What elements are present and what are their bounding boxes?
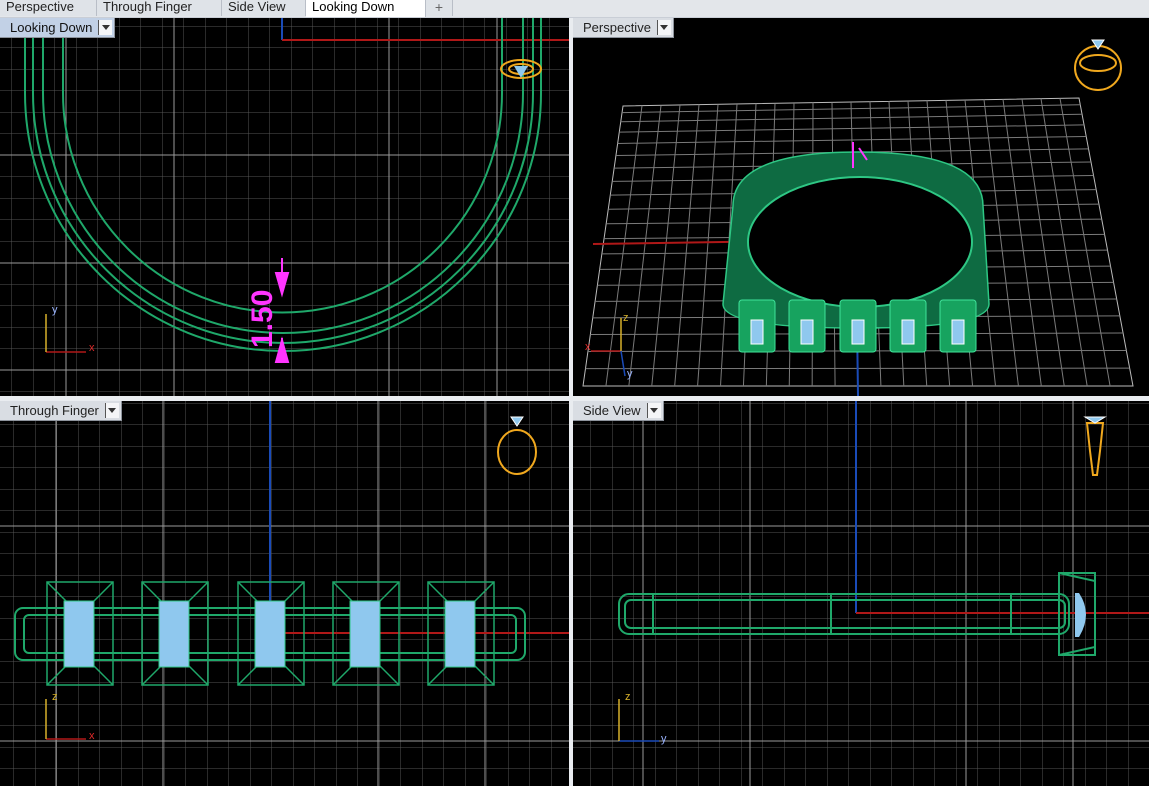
- axis-label-z: z: [52, 691, 58, 703]
- axis-label-x: x: [89, 730, 95, 742]
- axis-label-z: z: [623, 312, 629, 324]
- ring-orientation-icon: [1074, 45, 1122, 91]
- axis-label-x: x: [89, 342, 95, 354]
- viewport-tab-strip: Perspective Through Finger Side View Loo…: [0, 0, 1149, 18]
- axis-label-z: z: [625, 691, 631, 703]
- chevron-down-icon[interactable]: [98, 20, 113, 35]
- axis-label-y: y: [661, 733, 667, 745]
- viewport-looking-down[interactable]: 1.50 y x Looking Down: [0, 18, 569, 396]
- perspective-canvas: [582, 39, 1134, 396]
- axis-label-y: y: [627, 368, 633, 380]
- viewport-name: Through Finger: [10, 403, 99, 418]
- viewport-name: Perspective: [583, 20, 651, 35]
- side-view-canvas: [573, 401, 1149, 786]
- axis-label-x: x: [585, 341, 591, 353]
- plus-icon[interactable]: +: [426, 0, 453, 16]
- tab-side-view[interactable]: Side View: [222, 0, 306, 16]
- viewport-name: Side View: [583, 403, 641, 418]
- tab-perspective[interactable]: Perspective: [0, 0, 97, 16]
- viewport-through-finger[interactable]: z x Through Finger: [0, 401, 569, 786]
- axis-label-y: y: [52, 304, 58, 316]
- chevron-down-icon[interactable]: [104, 403, 119, 418]
- viewport-label-perspective[interactable]: Perspective: [573, 18, 674, 38]
- chevron-down-icon[interactable]: [656, 20, 671, 35]
- through-finger-canvas: [0, 401, 569, 786]
- chevron-down-icon[interactable]: [646, 403, 661, 418]
- viewport-label-looking-down[interactable]: Looking Down: [0, 18, 116, 38]
- tab-through-finger[interactable]: Through Finger: [97, 0, 222, 16]
- dimension-label: 1.50: [246, 289, 279, 348]
- tab-looking-down[interactable]: Looking Down: [306, 0, 426, 17]
- viewport-side-view[interactable]: z y Side View: [573, 401, 1149, 786]
- looking-down-canvas: [0, 18, 569, 396]
- viewport-label-through-finger[interactable]: Through Finger: [0, 401, 122, 421]
- viewport-name: Looking Down: [10, 20, 93, 35]
- viewport-label-side-view[interactable]: Side View: [573, 401, 664, 421]
- viewport-perspective[interactable]: z x y Perspective: [573, 18, 1149, 396]
